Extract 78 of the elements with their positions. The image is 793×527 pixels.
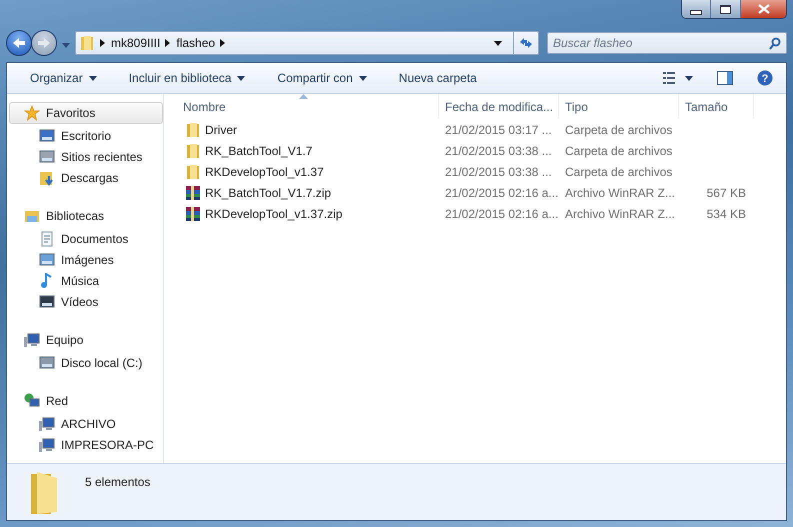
size-cell-text: 534 KB — [706, 206, 747, 220]
address-bar[interactable]: mk809IIII flasheo — [75, 31, 539, 55]
sidebar-item[interactable]: Sitios recientes — [7, 146, 163, 167]
close-button[interactable] — [740, 0, 786, 18]
star-icon — [24, 105, 40, 121]
computer-icon — [24, 332, 40, 348]
desktop-icon — [39, 128, 55, 144]
file-name-cell[interactable]: RK_BatchTool_V1.7 — [177, 142, 439, 158]
forward-arrow-icon — [37, 37, 51, 49]
sidebar-item[interactable]: Descargas — [7, 167, 163, 188]
breadcrumb[interactable]: mk809IIII — [111, 36, 160, 50]
back-button[interactable] — [6, 30, 32, 56]
library-icon — [24, 208, 40, 224]
archive-icon — [185, 184, 201, 200]
search-icon — [769, 37, 781, 50]
date-cell-text: 21/02/2015 03:17 ... — [444, 122, 553, 136]
caret-icon — [62, 42, 70, 48]
sidebar-item[interactable]: Documentos — [7, 228, 163, 249]
chevron-icon — [100, 39, 106, 47]
column-header[interactable]: Tipo — [559, 94, 679, 119]
type-cell-text: Carpeta de archivos — [564, 164, 674, 178]
archive-icon — [185, 206, 201, 222]
forward-button[interactable] — [31, 30, 57, 56]
folder-icon — [185, 122, 201, 138]
date-cell-text: 21/02/2015 03:38 ... — [444, 144, 553, 158]
close-icon — [756, 4, 770, 14]
toolbar-button[interactable]: Compartir con — [272, 71, 372, 85]
file-name-cell[interactable]: RK_BatchTool_V1.7.zip — [177, 184, 439, 200]
type-cell-text: Archivo WinRAR Z... — [564, 206, 676, 220]
downloads-icon — [39, 170, 55, 186]
toolbar-button[interactable]: Incluir en biblioteca — [124, 71, 250, 85]
sidebar-group[interactable]: Red — [9, 390, 163, 412]
file-name-cell[interactable]: Driver — [177, 122, 439, 138]
item-count: 5 elementos — [85, 475, 150, 489]
minimize-button[interactable] — [682, 0, 710, 18]
sidebar-group[interactable]: Equipo — [9, 329, 163, 351]
chevron-icon — [165, 39, 172, 47]
file-name-cell[interactable]: RKDevelopTool_v1.37.zip — [177, 206, 439, 222]
breadcrumb[interactable]: flasheo — [176, 36, 216, 50]
date-cell-text: 21/02/2015 02:16 a... — [444, 206, 559, 220]
image-icon — [39, 252, 55, 268]
chevron-icon — [220, 39, 226, 47]
maximize-button[interactable] — [710, 0, 740, 18]
file-name-cell[interactable]: RKDevelopTool_v1.37 — [177, 164, 439, 180]
sidebar-item[interactable]: Música — [7, 270, 163, 291]
sidebar-item[interactable]: Vídeos — [7, 291, 163, 312]
video-icon — [39, 294, 55, 310]
sidebar-item[interactable]: IMPRESORA-PC — [7, 434, 163, 455]
document-icon — [39, 230, 55, 246]
column-header[interactable]: Nombre — [177, 94, 439, 119]
refresh-icon — [518, 36, 534, 50]
sidebar-item[interactable]: Escritorio — [7, 125, 163, 146]
toolbar-button[interactable]: Organizar — [25, 71, 102, 85]
date-cell-text: 21/02/2015 03:38 ... — [444, 164, 553, 178]
folder-icon — [79, 35, 95, 51]
size-cell-text: 567 KB — [706, 186, 747, 200]
back-arrow-icon — [12, 37, 26, 49]
sidebar-item[interactable]: Disco local (C:) — [7, 352, 163, 373]
column-header[interactable]: Tamaño — [679, 94, 754, 119]
sidebar-item[interactable]: ARCHIVO — [7, 413, 163, 434]
search-field[interactable]: Buscar flasheo — [547, 32, 787, 54]
caret-icon — [494, 40, 502, 46]
column-header[interactable]: Fecha de modifica... — [439, 94, 559, 119]
sidebar-group[interactable]: Favoritos — [9, 102, 163, 124]
computer-icon — [39, 416, 55, 432]
type-cell-text: Carpeta de archivos — [564, 122, 674, 136]
sort-arrow-icon — [299, 94, 308, 99]
folder-icon — [185, 142, 201, 158]
folder-icon — [185, 164, 201, 180]
sidebar-group[interactable]: Bibliotecas — [9, 205, 163, 227]
network-icon — [24, 393, 40, 409]
help-button[interactable]: ? — [752, 68, 778, 88]
type-cell-text: Archivo WinRAR Z... — [564, 186, 676, 200]
toolbar-button[interactable]: Nueva carpeta — [394, 71, 482, 85]
computer-icon — [39, 436, 55, 452]
type-cell-text: Carpeta de archivos — [564, 144, 674, 158]
date-cell-text: 21/02/2015 02:16 a... — [444, 186, 559, 200]
sidebar-item[interactable]: Imágenes — [7, 249, 163, 270]
